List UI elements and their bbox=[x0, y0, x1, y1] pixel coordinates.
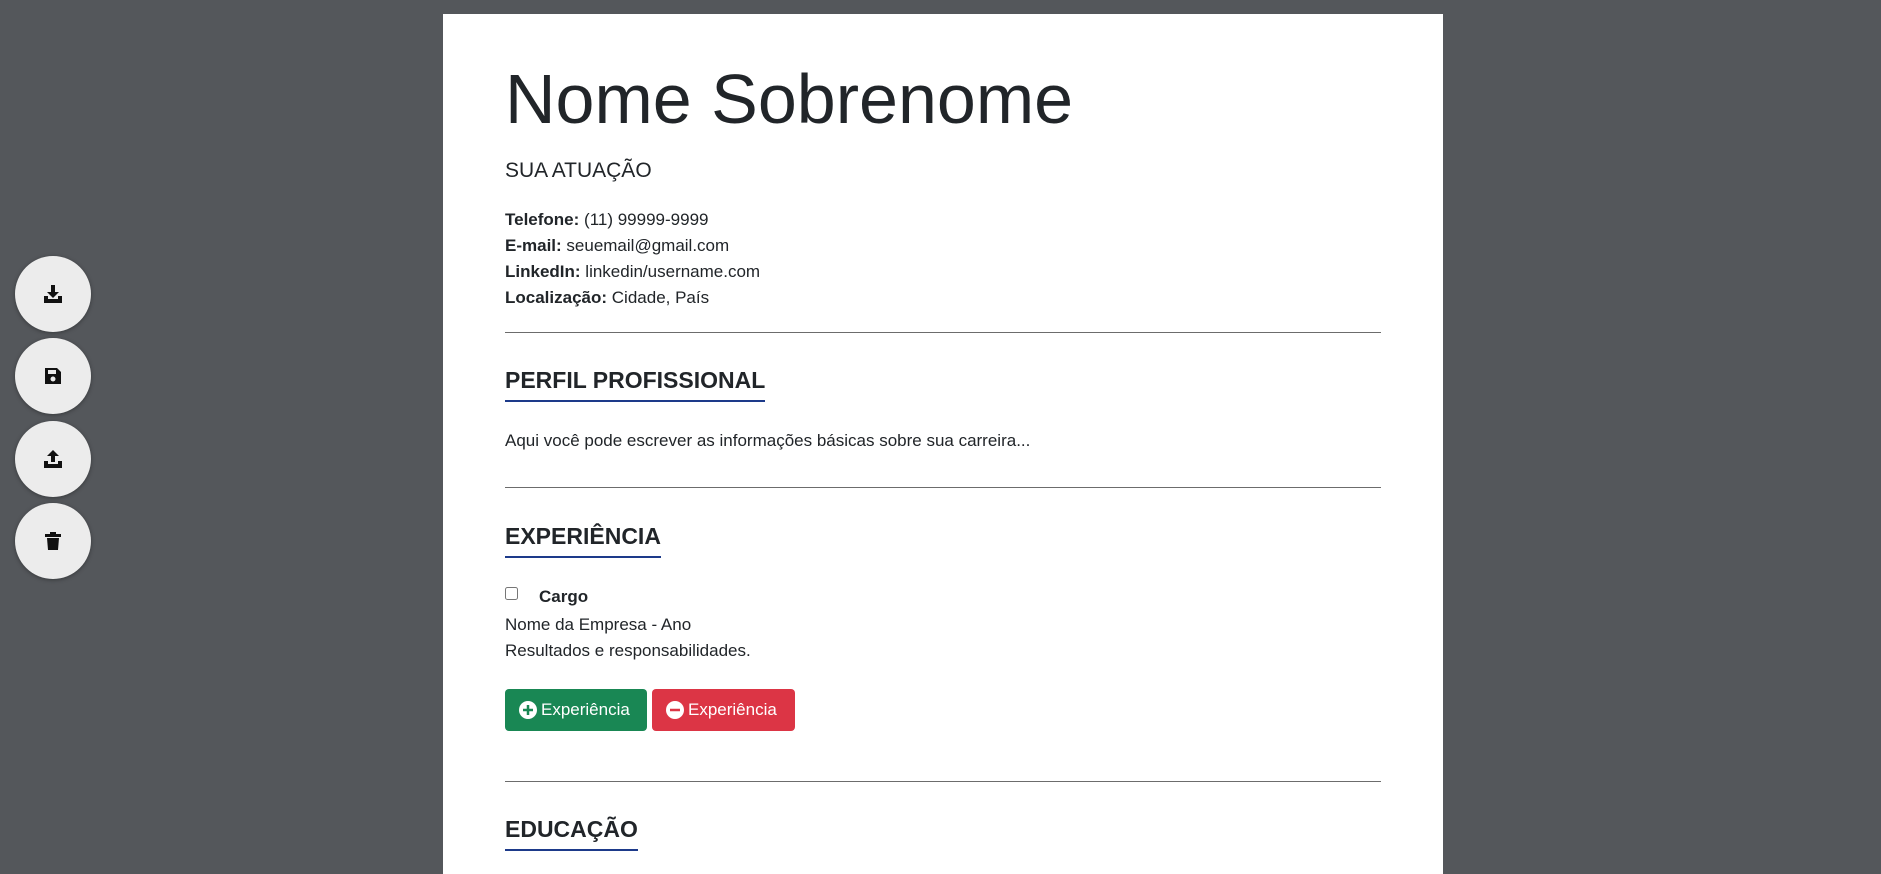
contact-phone[interactable]: Telefone: (11) 99999-9999 bbox=[505, 210, 708, 230]
add-experience-label: Experiência bbox=[541, 700, 630, 719]
contact-linkedin-value: linkedin/username.com bbox=[580, 262, 761, 281]
upload-button[interactable] bbox=[15, 421, 91, 497]
divider bbox=[505, 781, 1381, 782]
contact-email[interactable]: E-mail: seuemail@gmail.com bbox=[505, 236, 729, 256]
experience-position[interactable]: Cargo bbox=[539, 587, 588, 607]
upload-icon bbox=[44, 450, 62, 468]
resume-name[interactable]: Nome Sobrenome bbox=[505, 64, 1073, 134]
experience-section-title: EXPERIÊNCIA bbox=[505, 523, 661, 558]
education-section-title: EDUCAÇÃO bbox=[505, 816, 638, 851]
contact-location[interactable]: Localização: Cidade, País bbox=[505, 288, 709, 308]
experience-description[interactable]: Resultados e responsabilidades. bbox=[505, 641, 751, 661]
divider bbox=[505, 487, 1381, 488]
download-button[interactable] bbox=[15, 256, 91, 332]
add-experience-button[interactable]: Experiência bbox=[505, 689, 647, 731]
minus-circle-icon bbox=[666, 701, 684, 719]
divider bbox=[505, 332, 1381, 333]
resume-role[interactable]: SUA ATUAÇÃO bbox=[505, 159, 652, 183]
contact-phone-label: Telefone: bbox=[505, 210, 580, 229]
contact-linkedin-label: LinkedIn: bbox=[505, 262, 581, 281]
download-icon bbox=[44, 285, 62, 303]
profile-text[interactable]: Aqui você pode escrever as informações b… bbox=[505, 431, 1030, 451]
contact-email-label: E-mail: bbox=[505, 236, 562, 255]
contact-location-label: Localização: bbox=[505, 288, 608, 307]
contact-location-value: Cidade, País bbox=[607, 288, 710, 307]
remove-experience-button[interactable]: Experiência bbox=[652, 689, 795, 731]
experience-item-checkbox[interactable] bbox=[505, 587, 518, 600]
resume-page: Nome Sobrenome SUA ATUAÇÃO Telefone: (11… bbox=[443, 14, 1443, 874]
plus-circle-icon bbox=[519, 701, 537, 719]
contact-phone-value: (11) 99999-9999 bbox=[579, 210, 709, 229]
save-button[interactable] bbox=[15, 338, 91, 414]
profile-section-title: PERFIL PROFISSIONAL bbox=[505, 367, 766, 402]
delete-button[interactable] bbox=[15, 503, 91, 579]
contact-email-value: seuemail@gmail.com bbox=[561, 236, 730, 255]
trash-icon bbox=[45, 532, 61, 550]
contact-linkedin[interactable]: LinkedIn: linkedin/username.com bbox=[505, 262, 760, 282]
experience-company-year[interactable]: Nome da Empresa - Ano bbox=[505, 615, 691, 635]
floppy-disk-icon bbox=[45, 368, 61, 384]
remove-experience-label: Experiência bbox=[688, 700, 777, 719]
